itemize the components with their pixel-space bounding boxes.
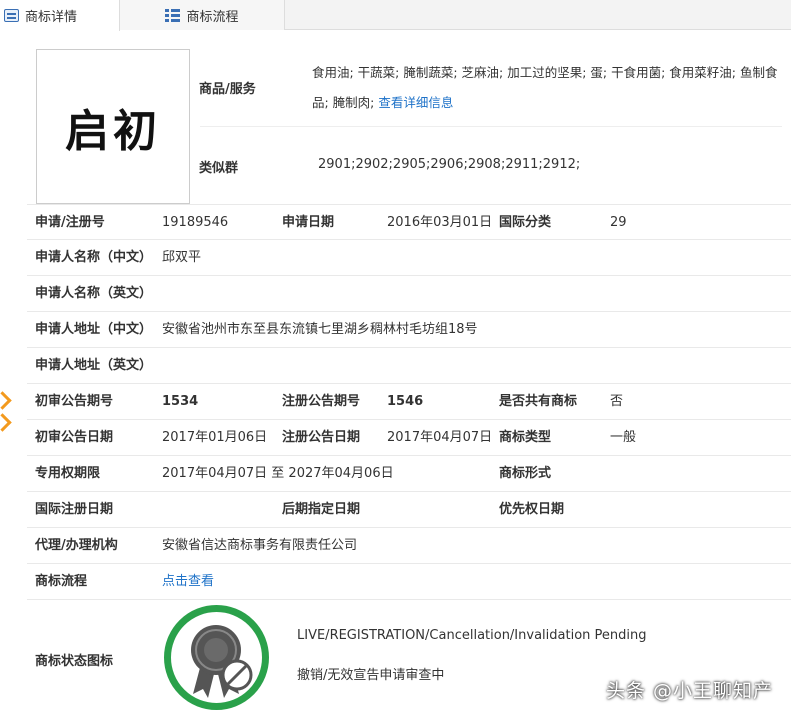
- apply-date-label: 申请日期: [282, 215, 335, 230]
- address-cn-value: 安徽省池州市东至县东流镇七里湖乡稠林村毛坊组18号: [162, 322, 478, 337]
- applicant-cn-value: 邱双平: [162, 250, 202, 265]
- tab-trademark-detail[interactable]: 商标详情: [0, 0, 120, 31]
- reg-no-label: 申请/注册号: [35, 215, 105, 230]
- table-row: 国际注册日期 后期指定日期 优先权日期: [27, 492, 791, 528]
- table-row: 申请人地址（中文） 安徽省池州市东至县东流镇七里湖乡稠林村毛坊组18号: [27, 312, 791, 348]
- table-row: 专用权期限 2017年04月07日 至 2027年04月06日 商标形式: [27, 456, 791, 492]
- table-row: 申请人名称（英文）: [27, 276, 791, 312]
- table-row: 申请人名称（中文） 邱双平: [27, 240, 791, 276]
- mark-form-label: 商标形式: [499, 466, 552, 481]
- apply-date-value: 2016年03月01日: [387, 215, 493, 230]
- term-value: 2017年04月07日 至 2027年04月06日: [162, 466, 394, 481]
- table-row: 商标流程 点击查看: [27, 564, 791, 600]
- agency-label: 代理/办理机构: [35, 538, 118, 553]
- mark-type-label: 商标类型: [499, 430, 552, 445]
- status-badge: [164, 605, 269, 710]
- shared-mark-label: 是否共有商标: [499, 394, 578, 409]
- intl-reg-date-label: 国际注册日期: [35, 502, 114, 517]
- later-date-label: 后期指定日期: [282, 502, 361, 517]
- priority-date-label: 优先权日期: [499, 502, 565, 517]
- similar-group-label: 类似群: [199, 161, 239, 176]
- table-row: 初审公告日期 2017年01月06日 注册公告日期 2017年04月07日 商标…: [27, 420, 791, 456]
- goods-services-value: 食用油; 干蔬菜; 腌制蔬菜; 芝麻油; 加工过的坚果; 蛋; 干食用菌; 食用…: [312, 58, 782, 118]
- divider: [200, 126, 782, 127]
- intl-class-label: 国际分类: [499, 215, 552, 230]
- reg-pub-date-value: 2017年04月07日: [387, 430, 493, 445]
- similar-group-value: 2901;2902;2905;2906;2908;2911;2912;: [318, 157, 581, 172]
- reg-pub-no-label: 注册公告期号: [282, 394, 361, 409]
- prelim-date-value: 2017年01月06日: [162, 430, 268, 445]
- prelim-no-value: 1534: [162, 394, 199, 409]
- watermark: 头条 @小王聊知产: [605, 680, 773, 702]
- view-details-link[interactable]: 查看详细信息: [378, 95, 453, 110]
- status-text-cn: 撤销/无效宣告申请审查中: [297, 668, 445, 683]
- trademark-logo-text: 启初: [65, 105, 161, 157]
- mark-type-value: 一般: [610, 430, 637, 445]
- intl-class-value: 29: [610, 215, 627, 230]
- prelim-date-label: 初审公告日期: [35, 430, 114, 445]
- table-row: 申请/注册号 19189546 申请日期 2016年03月01日 国际分类 29: [27, 204, 791, 240]
- status-icon-label: 商标状态图标: [35, 654, 114, 669]
- tab-trademark-flow-label: 商标流程: [186, 9, 239, 25]
- prelim-no-label: 初审公告期号: [35, 394, 114, 409]
- tab-trademark-flow[interactable]: 商标流程: [120, 0, 285, 30]
- trademark-image: 启初: [36, 49, 190, 204]
- table-row: 初审公告期号 1534 注册公告期号 1546 是否共有商标 否: [27, 384, 791, 420]
- term-label: 专用权期限: [35, 466, 101, 481]
- tab-bar: 商标详情 商标流程: [0, 0, 791, 31]
- applicant-cn-label: 申请人名称（中文）: [35, 250, 153, 265]
- applicant-en-label: 申请人名称（英文）: [35, 286, 153, 301]
- award-cancel-icon: [191, 625, 253, 698]
- grid-list-icon: [165, 8, 181, 22]
- view-flow-link[interactable]: 点击查看: [162, 564, 214, 600]
- tab-trademark-detail-label: 商标详情: [25, 10, 78, 25]
- address-cn-label: 申请人地址（中文）: [35, 322, 153, 337]
- shared-mark-value: 否: [610, 394, 624, 409]
- reg-pub-no-value: 1546: [387, 394, 424, 409]
- agency-value: 安徽省信达商标事务有限责任公司: [162, 538, 358, 553]
- goods-services-label: 商品/服务: [199, 82, 256, 97]
- table-row: 申请人地址（英文）: [27, 348, 791, 384]
- collapse-arrow-icon[interactable]: [0, 392, 6, 434]
- status-text-en: LIVE/REGISTRATION/Cancellation/Invalidat…: [297, 628, 647, 643]
- trademark-flow-label: 商标流程: [35, 574, 88, 589]
- table-row: 代理/办理机构 安徽省信达商标事务有限责任公司: [27, 528, 791, 564]
- reg-pub-date-label: 注册公告日期: [282, 430, 361, 445]
- list-icon: [4, 9, 19, 22]
- reg-no-value: 19189546: [162, 215, 229, 230]
- detail-table: 申请/注册号 19189546 申请日期 2016年03月01日 国际分类 29…: [27, 204, 791, 600]
- address-en-label: 申请人地址（英文）: [35, 358, 153, 373]
